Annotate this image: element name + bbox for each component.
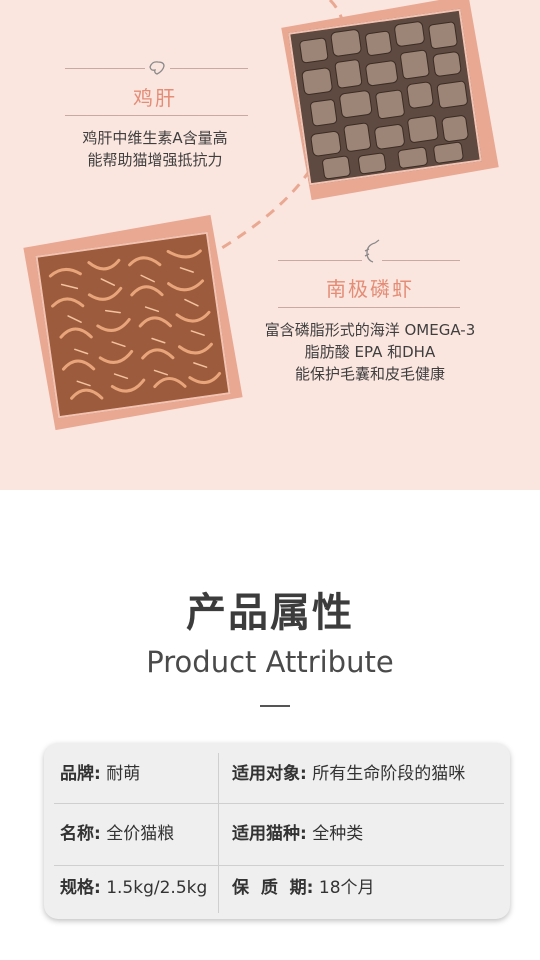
attribute-cell-left: 规格: 1.5kg/2.5kg <box>60 859 207 917</box>
divider-line <box>65 115 248 116</box>
krill-image <box>35 231 231 419</box>
section-subtitle: Product Attribute <box>146 645 394 679</box>
attribute-key: 规格: <box>60 878 101 898</box>
product-detail-page: 鸡肝 鸡肝中维生素A含量高 能帮助猫增强抵抗力 南极磷虾 富含磷脂形式的海洋 O… <box>0 0 540 960</box>
divider-line <box>278 260 362 261</box>
krill-photo <box>23 214 248 435</box>
attribute-value: 1.5kg/2.5kg <box>100 878 208 898</box>
liver-image <box>288 8 482 186</box>
feature-desc-line: 鸡肝中维生素A含量高 <box>82 129 228 147</box>
feature-desc: 鸡肝中维生素A含量高 能帮助猫增强抵抗力 <box>60 127 250 171</box>
attribute-key: 名称: <box>60 824 101 844</box>
feature-desc-line: 能保护毛囊和皮毛健康 <box>294 365 445 383</box>
attribute-value: 全种类 <box>306 824 364 844</box>
section-divider <box>260 705 290 707</box>
section-title: 产品属性 <box>186 590 354 636</box>
feature-krill: 南极磷虾 富含磷脂形式的海洋 OMEGA-3 脂肪酸 EPA 和DHA 能保护毛… <box>240 235 500 395</box>
attribute-row: 名称: 全价猫粮 适用猫种: 全种类 <box>44 805 510 863</box>
divider-line <box>382 260 460 261</box>
attribute-cell-left: 名称: 全价猫粮 <box>60 805 174 863</box>
attribute-key: 保 质 期: <box>232 878 314 898</box>
attribute-value: 18个月 <box>313 878 375 898</box>
feature-chicken-liver: 鸡肝 鸡肝中维生素A含量高 能帮助猫增强抵抗力 <box>60 55 250 185</box>
feature-desc-line: 脂肪酸 EPA 和DHA <box>304 343 436 361</box>
feature-title: 南极磷虾 <box>326 277 414 301</box>
divider-line <box>170 68 248 69</box>
attribute-row: 品牌: 耐萌 适用对象: 所有生命阶段的猫咪 <box>44 745 510 803</box>
row-divider <box>54 803 504 804</box>
attribute-value: 耐萌 <box>100 764 141 784</box>
attribute-cell-right: 适用对象: 所有生命阶段的猫咪 <box>232 745 465 803</box>
divider-line <box>65 68 145 69</box>
attribute-cell-left: 品牌: 耐萌 <box>60 745 140 803</box>
chicken-liver-photo <box>280 0 510 201</box>
attribute-key: 品牌: <box>60 764 101 784</box>
attribute-cell-right: 适用猫种: 全种类 <box>232 805 363 863</box>
feature-desc-line: 能帮助猫增强抵抗力 <box>87 151 223 169</box>
attribute-value: 所有生命阶段的猫咪 <box>306 764 466 784</box>
attribute-value: 全价猫粮 <box>100 824 175 844</box>
attribute-key: 适用猫种: <box>232 824 307 844</box>
divider-line <box>278 307 460 308</box>
liver-icon <box>149 61 165 75</box>
feature-desc: 富含磷脂形式的海洋 OMEGA-3 脂肪酸 EPA 和DHA 能保护毛囊和皮毛健… <box>240 319 500 385</box>
attribute-row: 规格: 1.5kg/2.5kg 保 质 期: 18个月 <box>44 859 510 917</box>
shrimp-icon <box>364 239 380 263</box>
feature-title: 鸡肝 <box>133 86 177 110</box>
attribute-key: 适用对象: <box>232 764 307 784</box>
feature-desc-line: 富含磷脂形式的海洋 OMEGA-3 <box>264 321 476 339</box>
ingredients-section: 鸡肝 鸡肝中维生素A含量高 能帮助猫增强抵抗力 南极磷虾 富含磷脂形式的海洋 O… <box>0 0 540 490</box>
attribute-table: 品牌: 耐萌 适用对象: 所有生命阶段的猫咪 名称: 全价猫粮 适用猫种: 全种… <box>44 743 510 919</box>
attribute-cell-right: 保 质 期: 18个月 <box>232 859 375 917</box>
